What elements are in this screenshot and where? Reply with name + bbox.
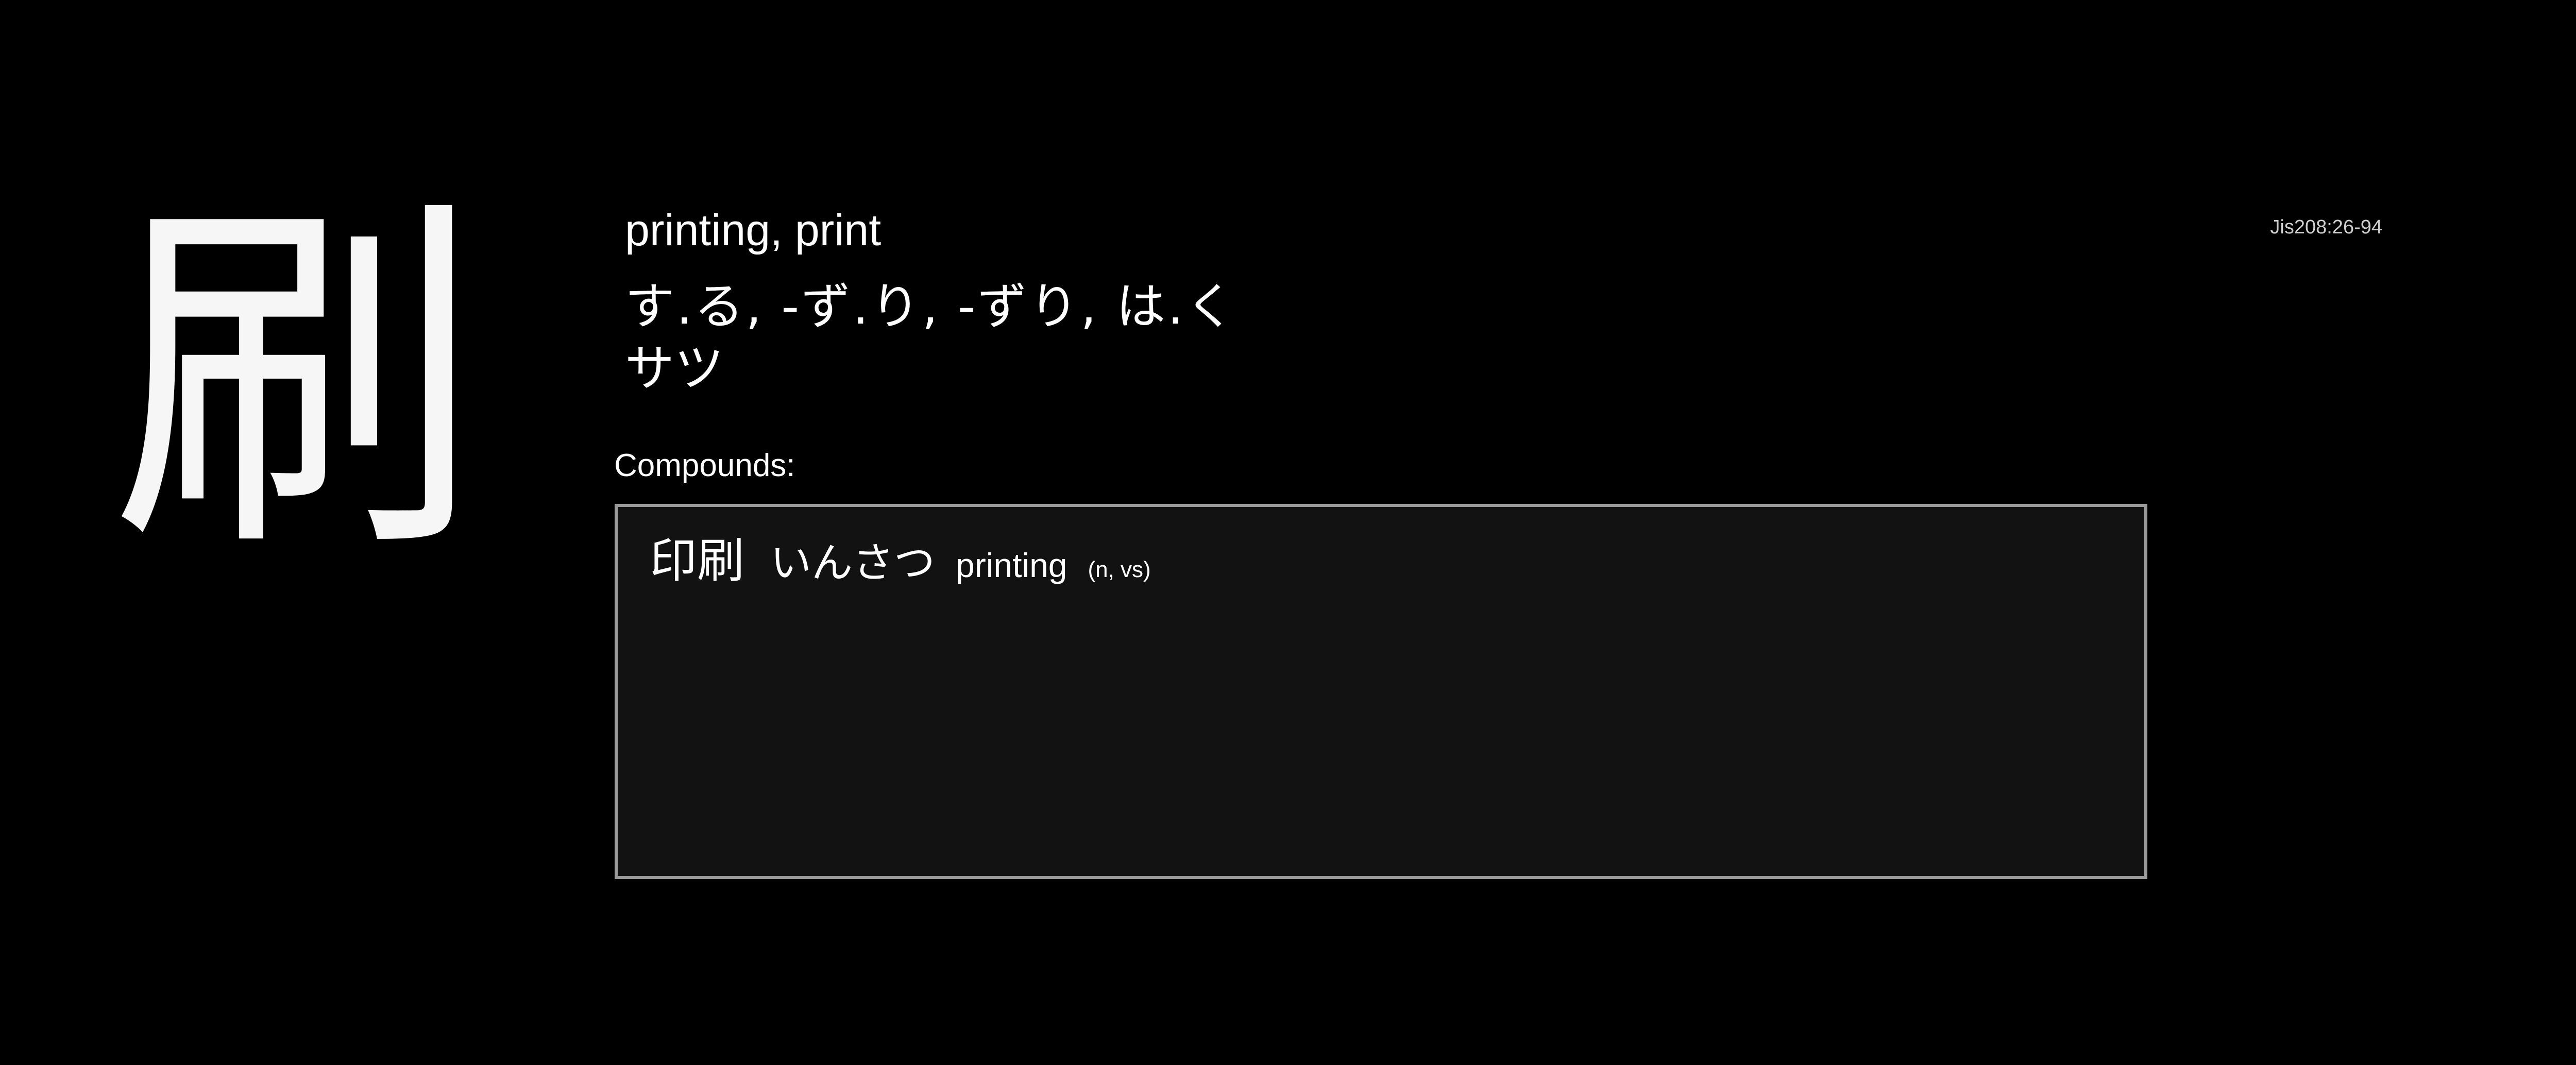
kanji-meanings: printing, print: [625, 206, 882, 255]
kanji-info: printing, print す.る, -ず.り, -ずり, は.く サツ: [625, 206, 1237, 399]
kanji-character: 刷: [111, 165, 482, 597]
compound-part-of-speech: (n, vs): [1088, 557, 1151, 582]
compound-item[interactable]: 印刷 いんさつ printing (n, vs): [650, 522, 1151, 591]
compound-meaning: printing: [956, 546, 1067, 584]
jis-code: Jis208:26-94: [2270, 216, 2382, 238]
compound-word: 印刷: [650, 533, 745, 588]
compounds-list[interactable]: 印刷 いんさつ printing (n, vs): [615, 504, 2147, 879]
on-readings: サツ: [625, 339, 724, 397]
compounds-label: Compounds:: [614, 448, 795, 483]
kanji-detail-page: 刷 printing, print す.る, -ず.り, -ずり, は.く サツ…: [0, 0, 2576, 1065]
compound-reading: いんさつ: [770, 539, 936, 587]
kun-readings: す.る, -ず.り, -ずり, は.く: [625, 277, 1237, 335]
